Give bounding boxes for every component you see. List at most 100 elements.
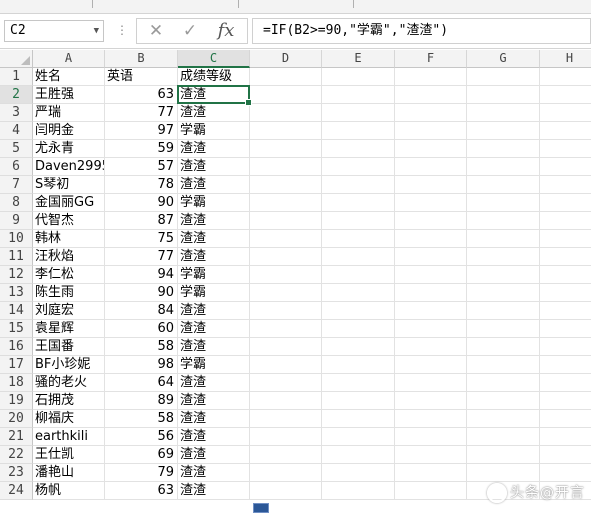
- cell-h5[interactable]: [540, 140, 591, 158]
- cell-e22[interactable]: [322, 446, 395, 464]
- cell-a15[interactable]: 袁星辉: [33, 320, 105, 338]
- cell-e19[interactable]: [322, 392, 395, 410]
- row-header[interactable]: 6: [0, 158, 33, 176]
- cell-g22[interactable]: [467, 446, 540, 464]
- cell-g1[interactable]: [467, 68, 540, 86]
- cell-c12[interactable]: 学霸: [178, 266, 250, 284]
- name-box[interactable]: C2 ▼: [4, 20, 104, 42]
- cell-a7[interactable]: S琴初: [33, 176, 105, 194]
- cell-e13[interactable]: [322, 284, 395, 302]
- cell-h8[interactable]: [540, 194, 591, 212]
- cell-a5[interactable]: 尤永青: [33, 140, 105, 158]
- cell-d2[interactable]: [250, 86, 322, 104]
- row-header[interactable]: 10: [0, 230, 33, 248]
- cell-f18[interactable]: [395, 374, 467, 392]
- row-header[interactable]: 13: [0, 284, 33, 302]
- cell-b1[interactable]: 英语: [105, 68, 178, 86]
- cell-g16[interactable]: [467, 338, 540, 356]
- cell-h10[interactable]: [540, 230, 591, 248]
- cell-d9[interactable]: [250, 212, 322, 230]
- cell-f8[interactable]: [395, 194, 467, 212]
- cell-f5[interactable]: [395, 140, 467, 158]
- cell-g13[interactable]: [467, 284, 540, 302]
- cell-d14[interactable]: [250, 302, 322, 320]
- cell-c7[interactable]: 渣渣: [178, 176, 250, 194]
- cell-b3[interactable]: 77: [105, 104, 178, 122]
- cell-g10[interactable]: [467, 230, 540, 248]
- cell-f23[interactable]: [395, 464, 467, 482]
- cell-e21[interactable]: [322, 428, 395, 446]
- cell-a19[interactable]: 石拥茂: [33, 392, 105, 410]
- cell-d22[interactable]: [250, 446, 322, 464]
- row-header[interactable]: 9: [0, 212, 33, 230]
- cell-d4[interactable]: [250, 122, 322, 140]
- cell-h3[interactable]: [540, 104, 591, 122]
- cell-f3[interactable]: [395, 104, 467, 122]
- cell-c16[interactable]: 渣渣: [178, 338, 250, 356]
- cell-a3[interactable]: 严瑞: [33, 104, 105, 122]
- cell-b11[interactable]: 77: [105, 248, 178, 266]
- cell-b15[interactable]: 60: [105, 320, 178, 338]
- cell-f11[interactable]: [395, 248, 467, 266]
- cell-c1[interactable]: 成绩等级: [178, 68, 250, 86]
- cell-e3[interactable]: [322, 104, 395, 122]
- cell-f17[interactable]: [395, 356, 467, 374]
- row-header[interactable]: 4: [0, 122, 33, 140]
- row-header[interactable]: 7: [0, 176, 33, 194]
- cell-e5[interactable]: [322, 140, 395, 158]
- cell-e10[interactable]: [322, 230, 395, 248]
- cell-b19[interactable]: 89: [105, 392, 178, 410]
- cell-c5[interactable]: 渣渣: [178, 140, 250, 158]
- cell-a1[interactable]: 姓名: [33, 68, 105, 86]
- cell-a9[interactable]: 代智杰: [33, 212, 105, 230]
- cell-b6[interactable]: 57: [105, 158, 178, 176]
- cell-e2[interactable]: [322, 86, 395, 104]
- cell-h14[interactable]: [540, 302, 591, 320]
- cell-b4[interactable]: 97: [105, 122, 178, 140]
- cell-b7[interactable]: 78: [105, 176, 178, 194]
- cell-e17[interactable]: [322, 356, 395, 374]
- row-header[interactable]: 5: [0, 140, 33, 158]
- cell-h19[interactable]: [540, 392, 591, 410]
- column-header-d[interactable]: D: [250, 50, 322, 68]
- column-header-a[interactable]: A: [33, 50, 105, 68]
- cell-f12[interactable]: [395, 266, 467, 284]
- cell-b14[interactable]: 84: [105, 302, 178, 320]
- cell-f7[interactable]: [395, 176, 467, 194]
- cell-g14[interactable]: [467, 302, 540, 320]
- cell-a2[interactable]: 王胜强: [33, 86, 105, 104]
- cell-d8[interactable]: [250, 194, 322, 212]
- cell-d19[interactable]: [250, 392, 322, 410]
- cell-g9[interactable]: [467, 212, 540, 230]
- cell-h1[interactable]: [540, 68, 591, 86]
- cell-f9[interactable]: [395, 212, 467, 230]
- cell-g7[interactable]: [467, 176, 540, 194]
- cell-d18[interactable]: [250, 374, 322, 392]
- cell-b13[interactable]: 90: [105, 284, 178, 302]
- cell-a13[interactable]: 陈生雨: [33, 284, 105, 302]
- cancel-x-icon[interactable]: ✕: [141, 21, 171, 41]
- cell-f19[interactable]: [395, 392, 467, 410]
- cell-e20[interactable]: [322, 410, 395, 428]
- row-header[interactable]: 2: [0, 86, 33, 104]
- cell-c23[interactable]: 渣渣: [178, 464, 250, 482]
- cell-e11[interactable]: [322, 248, 395, 266]
- cell-h21[interactable]: [540, 428, 591, 446]
- cell-e6[interactable]: [322, 158, 395, 176]
- cell-h9[interactable]: [540, 212, 591, 230]
- cell-c19[interactable]: 渣渣: [178, 392, 250, 410]
- cell-b21[interactable]: 56: [105, 428, 178, 446]
- cell-a12[interactable]: 李仁松: [33, 266, 105, 284]
- select-all-button[interactable]: [0, 50, 33, 68]
- cell-g6[interactable]: [467, 158, 540, 176]
- cell-b10[interactable]: 75: [105, 230, 178, 248]
- cell-c13[interactable]: 学霸: [178, 284, 250, 302]
- cell-c24[interactable]: 渣渣: [178, 482, 250, 500]
- cell-d12[interactable]: [250, 266, 322, 284]
- cell-b18[interactable]: 64: [105, 374, 178, 392]
- column-header-e[interactable]: E: [322, 50, 395, 68]
- cell-h4[interactable]: [540, 122, 591, 140]
- cell-a10[interactable]: 韩林: [33, 230, 105, 248]
- cell-h16[interactable]: [540, 338, 591, 356]
- cell-d6[interactable]: [250, 158, 322, 176]
